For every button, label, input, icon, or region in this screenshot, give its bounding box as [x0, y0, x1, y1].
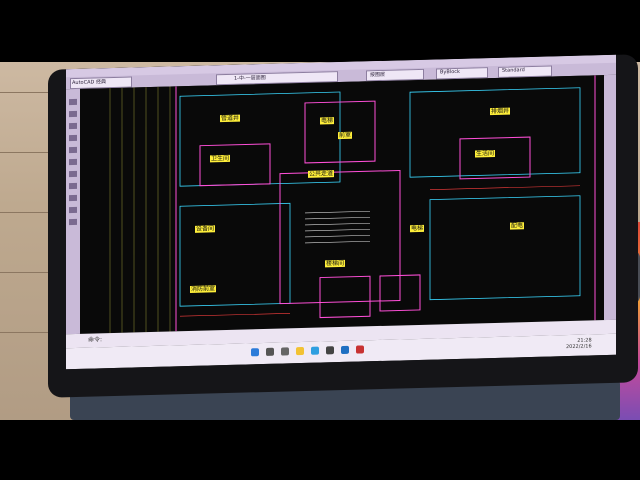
- insert-block-icon[interactable]: [69, 194, 77, 202]
- dimension-lines: [109, 86, 171, 334]
- task-view-icon[interactable]: [281, 347, 289, 356]
- workspace-label: AutoCAD 经典: [72, 79, 106, 87]
- start-icon[interactable]: [251, 348, 259, 357]
- polygon-tool-icon[interactable]: [69, 122, 77, 130]
- polyline-tool-icon[interactable]: [69, 110, 77, 118]
- taskbar-clock[interactable]: 21:28 2022/2/16: [566, 337, 592, 350]
- room-label: 消防前室: [190, 285, 217, 293]
- letterbox-bottom: [0, 420, 640, 480]
- room-label: 生活间: [475, 149, 496, 158]
- room-label: 电梯: [410, 224, 425, 233]
- letterbox-top: [0, 0, 640, 62]
- style-label: Standard: [502, 67, 525, 74]
- room-label: 卫生间: [210, 154, 231, 163]
- arc-tool-icon[interactable]: [69, 146, 77, 154]
- browser-icon[interactable]: [311, 346, 319, 355]
- floor-plan: [109, 75, 596, 334]
- room-label: 管道井: [220, 114, 241, 123]
- file-explorer-icon[interactable]: [296, 346, 304, 356]
- tablet-screen: AutoCAD 经典 1-中-一层面图 按图层 ByBlock Standard: [66, 54, 616, 370]
- hatch-tool-icon[interactable]: [69, 206, 77, 214]
- plot-style-label: ByBlock: [440, 68, 460, 76]
- text-tool-icon[interactable]: [69, 218, 77, 226]
- layer-label: 1-中-一层面图: [234, 74, 266, 82]
- spline-tool-icon[interactable]: [69, 170, 77, 178]
- circle-tool-icon[interactable]: [69, 158, 77, 166]
- command-prompt: 命令:: [88, 336, 103, 344]
- layer-filter-label: 按图层: [370, 71, 386, 79]
- mail-icon[interactable]: [341, 345, 349, 354]
- line-tool-icon[interactable]: [69, 98, 77, 106]
- rectangle-tool-icon[interactable]: [69, 134, 77, 142]
- clock-date: 2022/2/16: [566, 343, 592, 351]
- room-label: 公共走道: [308, 170, 335, 178]
- store-icon[interactable]: [326, 346, 334, 355]
- modify-toolbar: [604, 74, 616, 321]
- room-label: 电梯: [320, 117, 335, 125]
- room-label: 设备间: [195, 225, 216, 233]
- stairs: [305, 210, 370, 244]
- search-icon[interactable]: [266, 347, 274, 356]
- room-label: 配电: [510, 222, 525, 230]
- room-label: 楼梯间: [325, 259, 346, 268]
- room-label: 前室: [338, 131, 353, 140]
- draw-toolbar: [66, 88, 80, 335]
- cad-drawing-area[interactable]: 公共走道 电梯 前室 管道井 排烟井 卫生间 生活间 设备间 配电 电梯 楼梯间…: [80, 75, 604, 334]
- room-label: 排烟井: [490, 107, 511, 116]
- cad-icon[interactable]: [356, 345, 364, 354]
- ellipse-tool-icon[interactable]: [69, 182, 77, 190]
